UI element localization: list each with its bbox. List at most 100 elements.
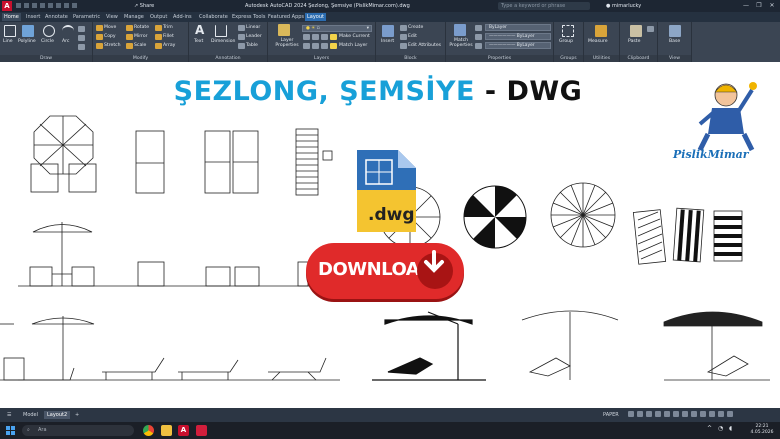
arc-button[interactable]: Arc bbox=[62, 39, 69, 44]
draw-more-icon[interactable] bbox=[78, 44, 85, 50]
redo-icon[interactable] bbox=[64, 3, 69, 8]
linear-icon[interactable] bbox=[238, 25, 245, 31]
hamburger-menu-icon[interactable]: ☰ bbox=[4, 411, 14, 419]
edit-attributes-button[interactable]: Edit Attributes bbox=[408, 43, 441, 48]
move-icon[interactable] bbox=[96, 25, 103, 31]
polyline-button[interactable]: Polyline bbox=[18, 39, 36, 44]
edit-button[interactable]: Edit bbox=[408, 34, 417, 39]
windows-start-icon[interactable] bbox=[6, 426, 15, 435]
share-button[interactable]: ↗ Share bbox=[134, 3, 154, 9]
scale-button[interactable]: Scale bbox=[134, 43, 146, 48]
dimension-button[interactable]: Dimension bbox=[211, 39, 235, 44]
insert-button[interactable]: Insert bbox=[381, 39, 394, 44]
modify-panel-label[interactable]: Modify bbox=[93, 55, 188, 62]
arc-icon[interactable] bbox=[62, 25, 74, 37]
table-icon[interactable] bbox=[238, 43, 245, 49]
layer-state-icon-3[interactable] bbox=[321, 34, 328, 40]
polar-icon[interactable] bbox=[655, 411, 661, 417]
match-layer-button[interactable]: Match Layer bbox=[339, 43, 367, 48]
array-button[interactable]: Array bbox=[163, 43, 175, 48]
file-explorer-icon[interactable] bbox=[161, 425, 172, 436]
save-icon[interactable] bbox=[32, 3, 37, 8]
minimize-button[interactable]: — bbox=[742, 2, 750, 10]
measure-button[interactable]: Measure bbox=[588, 39, 608, 44]
open-icon[interactable] bbox=[24, 3, 29, 8]
color-icon[interactable] bbox=[475, 25, 482, 31]
rotate-button[interactable]: Rotate bbox=[134, 25, 149, 30]
array-icon[interactable] bbox=[155, 43, 162, 49]
grid-icon[interactable] bbox=[628, 411, 634, 417]
maximize-button[interactable]: ❐ bbox=[755, 2, 763, 10]
move-button[interactable]: Move bbox=[104, 25, 116, 30]
utilities-panel-label[interactable]: Utilities bbox=[584, 55, 619, 62]
workspace-icon[interactable] bbox=[691, 411, 697, 417]
layer-state-icon-6[interactable] bbox=[321, 43, 328, 49]
drawing-canvas[interactable]: ŞEZLONG, ŞEMSİYE - DWG .dwg DOWNLOAD Pis… bbox=[0, 62, 780, 408]
layer-properties-icon[interactable] bbox=[278, 24, 290, 36]
linetype-dropdown[interactable]: —————— ByLayer bbox=[485, 42, 551, 49]
groups-panel-label[interactable]: Groups bbox=[554, 55, 583, 62]
group-icon[interactable] bbox=[562, 25, 574, 37]
table-button[interactable]: Table bbox=[246, 43, 258, 48]
download-button[interactable]: DOWNLOAD bbox=[306, 243, 464, 299]
stretch-icon[interactable] bbox=[96, 43, 103, 49]
taskbar-clock[interactable]: 22:21 4.05.2026 bbox=[748, 424, 776, 436]
create-button[interactable]: Create bbox=[408, 25, 423, 30]
properties-panel-label[interactable]: Properties bbox=[446, 55, 553, 62]
share-icon[interactable] bbox=[72, 3, 77, 8]
layers-panel-label[interactable]: Layers bbox=[268, 55, 375, 62]
layer-properties-button[interactable]: Layer Properties bbox=[272, 38, 302, 48]
hatch-icon[interactable] bbox=[78, 35, 85, 41]
rotate-icon[interactable] bbox=[126, 25, 133, 31]
tab-manage[interactable]: Manage bbox=[124, 14, 144, 20]
annotation-panel-label[interactable]: Annotation bbox=[189, 55, 267, 62]
insert-block-icon[interactable] bbox=[382, 25, 394, 37]
save-as-icon[interactable] bbox=[40, 3, 45, 8]
menu-icon[interactable] bbox=[727, 411, 733, 417]
lineweight-dropdown[interactable]: —————— ByLayer bbox=[485, 33, 551, 40]
autocad-logo-icon[interactable]: A bbox=[2, 1, 12, 11]
text-button[interactable]: Text bbox=[194, 39, 203, 44]
paste-button[interactable]: Paste bbox=[628, 39, 640, 44]
linear-button[interactable]: Linear bbox=[246, 25, 260, 30]
chrome-icon[interactable] bbox=[143, 425, 154, 436]
fillet-icon[interactable] bbox=[155, 34, 162, 40]
tab-home[interactable]: Home bbox=[2, 13, 21, 21]
undo-icon[interactable] bbox=[56, 3, 61, 8]
tab-featured-apps[interactable]: Featured Apps bbox=[268, 14, 304, 20]
layer-state-icon-4[interactable] bbox=[303, 43, 310, 49]
paste-icon[interactable] bbox=[630, 25, 642, 37]
tab-layout[interactable]: Layout bbox=[305, 13, 326, 21]
match-layer-icon[interactable] bbox=[330, 43, 337, 49]
fullscreen-icon[interactable] bbox=[709, 411, 715, 417]
create-block-icon[interactable] bbox=[400, 25, 407, 31]
view-panel-label[interactable]: View bbox=[658, 55, 691, 62]
circle-icon[interactable] bbox=[43, 25, 55, 37]
group-button[interactable]: Group bbox=[559, 39, 573, 44]
tab-add-ins[interactable]: Add-ins bbox=[173, 14, 192, 20]
polyline-icon[interactable] bbox=[22, 25, 34, 37]
color-dropdown[interactable]: ByLayer bbox=[485, 24, 551, 31]
network-icon[interactable]: ◔ bbox=[718, 425, 726, 436]
autocad-taskbar-icon[interactable]: A bbox=[178, 425, 189, 436]
tab-insert[interactable]: Insert bbox=[26, 14, 40, 20]
circle-button[interactable]: Circle bbox=[41, 39, 54, 44]
leader-button[interactable]: Leader bbox=[246, 34, 262, 39]
copy-clip-icon[interactable] bbox=[647, 26, 654, 32]
layer-state-icon-1[interactable] bbox=[303, 34, 310, 40]
text-icon[interactable]: A bbox=[195, 23, 204, 37]
osnap-icon[interactable] bbox=[664, 411, 670, 417]
copy-button[interactable]: Copy bbox=[104, 34, 116, 39]
block-panel-label[interactable]: Block bbox=[376, 55, 445, 62]
draw-panel-label[interactable]: Draw bbox=[0, 55, 92, 62]
leader-icon[interactable] bbox=[238, 34, 245, 40]
base-button[interactable]: Base bbox=[669, 39, 680, 44]
taskbar-search-input[interactable]: ⌕ Ara bbox=[22, 425, 134, 436]
ortho-icon[interactable] bbox=[646, 411, 652, 417]
tab-model[interactable]: Model bbox=[20, 411, 41, 419]
scale-icon[interactable] bbox=[126, 43, 133, 49]
lineweight-icon[interactable] bbox=[475, 34, 482, 40]
rectangle-icon[interactable] bbox=[78, 26, 85, 32]
stretch-button[interactable]: Stretch bbox=[104, 43, 121, 48]
tab-express-tools[interactable]: Express Tools bbox=[232, 14, 265, 20]
